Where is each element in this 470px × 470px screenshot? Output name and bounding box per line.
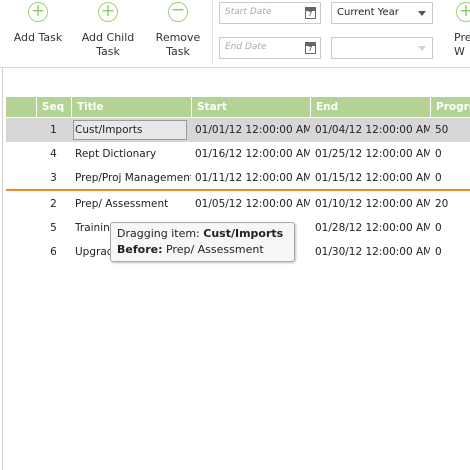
column-header-start[interactable]: Start <box>191 97 310 117</box>
column-header-progress[interactable]: Progre <box>430 97 470 117</box>
cell-seq: 6 <box>50 246 57 258</box>
column-header-title[interactable]: Title <box>71 97 191 117</box>
remove-task-button[interactable]: − Remove Task <box>148 0 208 64</box>
cell-end: 01/04/12 12:00:00 AM <box>315 124 430 136</box>
drag-item-value: Cust/Imports <box>203 227 284 240</box>
cell-end: 01/30/12 12:00:00 AM <box>315 246 430 258</box>
calendar-icon[interactable]: 7 <box>305 7 316 19</box>
column-header-seq[interactable]: Seq <box>36 97 71 117</box>
period-select-value: Current Year <box>337 7 399 18</box>
table-row[interactable]: 2 Prep/ Assessment 01/05/12 12:00:00 AM 01/… <box>6 192 470 216</box>
start-date-placeholder: Start Date <box>225 7 272 17</box>
cell-end: 01/10/12 12:00:00 AM <box>315 198 430 210</box>
column-header-indent <box>6 97 36 117</box>
cell-title[interactable]: Prep/ Assessment <box>75 192 191 216</box>
chevron-down-icon <box>418 11 426 16</box>
chevron-down-icon <box>418 46 426 51</box>
preview-label: Pre W <box>454 31 470 58</box>
cell-start: 01/05/12 12:00:00 AM <box>195 198 310 210</box>
content-border <box>2 68 3 470</box>
cell-start: 01/11/12 12:00:00 AM <box>195 172 310 184</box>
cell-seq: 5 <box>50 222 57 234</box>
minus-icon: − <box>168 2 188 22</box>
cell-progress: 20 <box>435 198 449 210</box>
cell-seq: 4 <box>50 148 57 160</box>
grid-header: Seq Title Start End Progre <box>6 97 470 117</box>
cell-progress: 0 <box>435 148 442 160</box>
cell-seq: 2 <box>50 198 57 210</box>
cell-progress: 0 <box>435 172 442 184</box>
add-child-task-button[interactable]: + Add Child Task <box>78 0 138 64</box>
cell-start: 01/16/12 12:00:00 AM <box>195 148 310 160</box>
cell-progress: 50 <box>435 124 449 136</box>
table-row[interactable]: 4 Rept Dictionary 01/16/12 12:00:00 AM 01/2… <box>6 142 470 166</box>
start-date-input[interactable]: Start Date 7 <box>219 2 321 24</box>
drag-item-label: Dragging item: <box>117 227 200 240</box>
drag-item-line: Dragging item: Cust/Imports <box>117 227 283 240</box>
toolbar-separator <box>212 0 213 64</box>
cell-title[interactable]: Prep/Proj Management <box>75 166 191 190</box>
drag-tooltip: Dragging item: Cust/Imports Before: Prep… <box>110 222 295 262</box>
drag-before-label: Before: <box>117 243 163 256</box>
cell-end: 01/28/12 12:00:00 AM <box>315 222 430 234</box>
calendar-icon[interactable]: 7 <box>305 42 316 54</box>
add-child-task-label: Add Child Task <box>81 31 135 58</box>
add-task-label: Add Task <box>13 31 63 44</box>
cell-progress: 0 <box>435 246 442 258</box>
cell-start: 01/01/12 12:00:00 AM <box>195 124 310 136</box>
cell-seq: 1 <box>50 124 57 136</box>
drop-indicator <box>6 189 470 191</box>
plus-icon: + <box>456 2 470 22</box>
sub-period-select[interactable] <box>331 37 433 59</box>
column-header-end[interactable]: End <box>310 97 430 117</box>
app-window: + Add Task + Add Child Task − Remove Tas… <box>0 0 470 470</box>
remove-task-label: Remove Task <box>155 31 201 58</box>
cell-title[interactable]: Rept Dictionary <box>75 142 191 166</box>
preview-button[interactable]: + Pre W <box>444 0 470 64</box>
period-select[interactable]: Current Year <box>331 2 433 24</box>
cell-end: 01/25/12 12:00:00 AM <box>315 148 430 160</box>
add-task-button[interactable]: + Add Task <box>8 0 68 64</box>
table-row[interactable]: 1 Cust/Imports 01/01/12 12:00:00 AM 01/04/1… <box>6 118 470 142</box>
drag-before-value: Prep/ Assessment <box>165 243 264 256</box>
drag-before-line: Before: Prep/ Assessment <box>117 243 264 256</box>
toolbar: + Add Task + Add Child Task − Remove Tas… <box>0 0 470 68</box>
end-date-input[interactable]: End Date 7 <box>219 37 321 59</box>
cell-title[interactable]: Cust/Imports <box>75 118 191 142</box>
cell-end: 01/15/12 12:00:00 AM <box>315 172 430 184</box>
end-date-placeholder: End Date <box>225 42 267 52</box>
plus-icon: + <box>28 2 48 22</box>
plus-icon: + <box>98 2 118 22</box>
cell-progress: 0 <box>435 222 442 234</box>
cell-seq: 3 <box>50 172 57 184</box>
table-row[interactable]: 3 Prep/Proj Management 01/11/12 12:00:00 A… <box>6 166 470 190</box>
